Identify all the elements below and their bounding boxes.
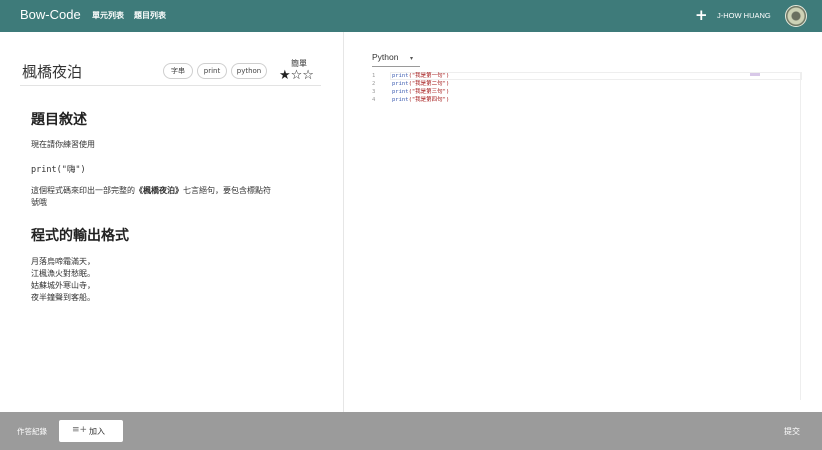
description-text: 號哦 [31,198,47,207]
chevron-down-icon: ▾ [410,56,414,62]
tag-chip[interactable]: print [197,63,227,79]
code-argument: ("我是第二句") [408,81,450,87]
problem-title: 楓橋夜泊 [22,63,83,81]
output-line: 夜半鐘聲到客船。 [31,293,95,302]
description-text: 這個程式碼來印出一部完整的《楓橋夜泊》七言絕句，要包含標點符 [31,185,271,196]
history-button[interactable]: 作答紀錄 [17,426,47,437]
divider [20,85,321,86]
code-function: print [392,73,409,79]
description-text-suffix: 七言絕句，要包含標點符 [183,186,271,195]
output-heading: 程式的輸出格式 [31,228,129,244]
nav-unit-list[interactable]: 單元列表 [92,10,124,21]
join-button[interactable]: ≡+ 加入 [59,420,123,442]
code-editor[interactable]: 1 print("我是第一句") 2 print("我是第二句") 3 prin… [364,72,802,402]
code-text: print("我是第二句") [392,80,449,88]
code-argument: ("我是第三句") [408,89,450,95]
code-function: print [392,97,409,103]
line-number: 3 [372,89,376,95]
bottom-action-bar: 作答紀錄 ≡+ 加入 提交 [0,412,822,450]
description-text-prefix: 這個程式碼來印出一部完整的 [31,186,135,195]
playlist-add-icon: ≡+ [72,425,88,435]
code-function: print [392,81,409,87]
language-select[interactable]: Python ▾ [372,52,420,67]
code-argument: ("我是第一句") [408,73,450,79]
description-text: 現在請你練習使用 [31,140,95,149]
top-app-bar: Bow-Code 單元列表 題目列表 + J-HOW HUANG [0,0,822,32]
output-line: 江楓漁火對愁眠。 [31,269,95,278]
poem-title-bold: 《楓橋夜泊》 [135,186,183,195]
avatar[interactable] [785,5,807,27]
code-text: print("我是第一句") [392,72,449,80]
code-argument: ("我是第四句") [408,97,450,103]
tag-chip[interactable]: python [231,63,267,79]
tag-chip[interactable]: 字串 [163,63,193,79]
line-number: 4 [372,97,376,103]
line-number: 1 [372,73,376,79]
line-number: 2 [372,81,376,87]
difficulty-stars: ★☆☆ [279,68,314,83]
submit-button[interactable]: 提交 [784,426,800,437]
output-line: 月落烏啼霜滿天， [31,257,95,266]
join-label: 加入 [89,427,105,436]
code-text: print("我是第四句") [392,96,449,104]
code-function: print [392,89,409,95]
nav-problem-list[interactable]: 題目列表 [134,10,166,21]
minimap-marker [750,73,760,76]
output-line: 姑蘇城外寒山寺， [31,281,95,290]
panel-divider[interactable] [343,32,344,412]
description-heading: 題目敘述 [31,112,87,128]
brand-logo-text[interactable]: Bow-Code [20,7,81,22]
description-code: print("嗨") [31,165,86,175]
code-text: print("我是第三句") [392,88,449,96]
user-name[interactable]: J-HOW HUANG [717,11,771,20]
language-value: Python [372,52,399,62]
problem-panel: 楓橋夜泊 字串 print python 簡單 ★☆☆ 題目敘述 現在請你練習使… [0,32,343,412]
editor-scrollbar[interactable] [800,72,801,400]
current-line-highlight [390,72,802,80]
add-icon[interactable]: + [695,6,708,24]
